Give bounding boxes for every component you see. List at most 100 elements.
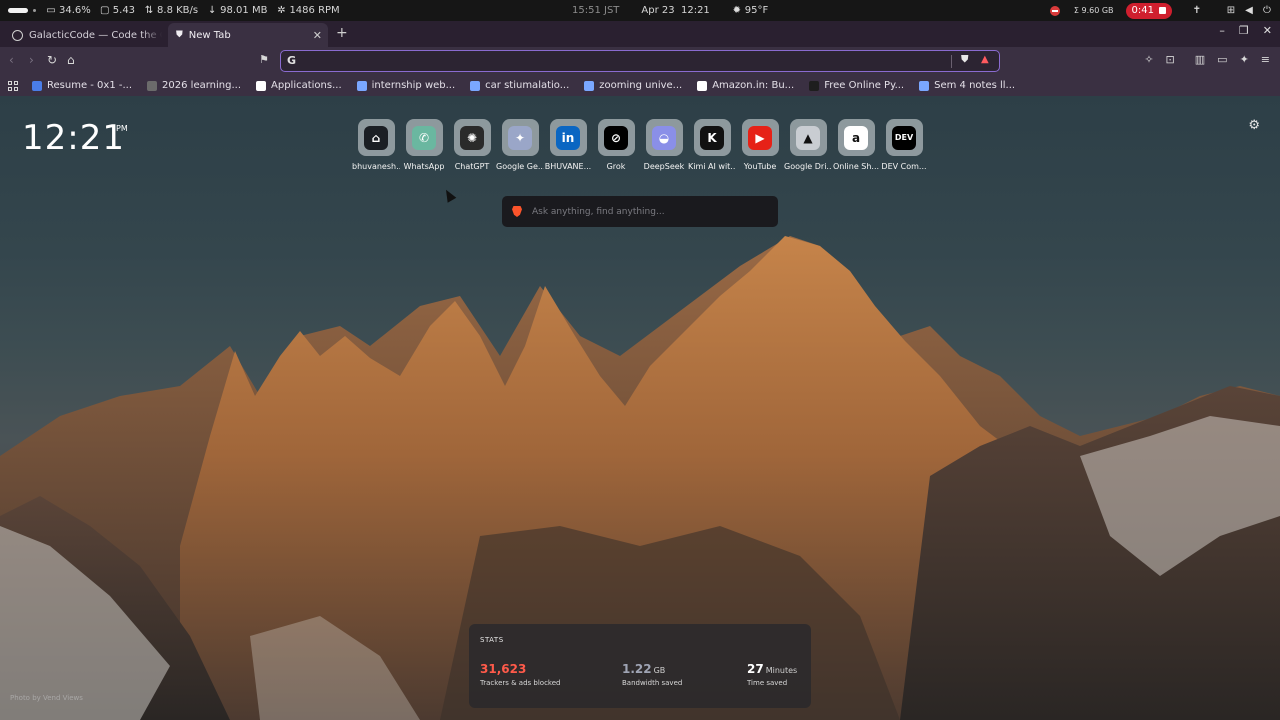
search-box[interactable] [502, 196, 778, 227]
maximize-icon[interactable]: ❐ [1239, 24, 1249, 37]
brave-rewards-icon[interactable]: ▲ [981, 54, 989, 65]
youtube-icon: ▶ [748, 125, 772, 150]
extensions-icon[interactable]: ✧ [1144, 53, 1153, 66]
bookmark-item[interactable]: zooming unive... [584, 80, 682, 91]
address-input[interactable] [303, 53, 943, 69]
network-indicator[interactable]: ⇅ 8.8 KB/s [144, 5, 198, 16]
top-site-tile[interactable]: ✆ WhatsApp [400, 119, 448, 171]
github-icon: ⌂ [364, 125, 388, 150]
top-site-label: BHUVANE... [544, 162, 592, 171]
gemini-icon [919, 80, 930, 91]
weather-indicator[interactable]: ✹ 95°F [732, 5, 769, 16]
bookmark-item[interactable]: 2026 learning... [147, 80, 241, 91]
forward-icon[interactable]: › [29, 53, 34, 67]
top-site-tile[interactable]: ▶ YouTube [736, 119, 784, 171]
stop-icon [1159, 7, 1166, 14]
new-tab-page: 12:21 PM ⚙ ⌂ bhuvanesh... ✆ WhatsApp ✺ ChatGP… [0, 96, 1280, 720]
top-site-tile[interactable]: ⊘ Grok [592, 119, 640, 171]
menu-icon[interactable]: ≡ [1261, 53, 1270, 66]
power-icon[interactable]: ⏻ [1262, 5, 1272, 16]
accessibility-icon[interactable]: ✝ [1192, 5, 1202, 16]
fan-indicator[interactable]: ✲ 1486 RPM [276, 5, 339, 16]
bookmark-item[interactable]: Amazon.in: Bu... [697, 80, 794, 91]
top-site-label: DeepSeek [643, 162, 685, 171]
jst-clock: 15:51 JST [572, 5, 620, 16]
top-site-tile[interactable]: DEV DEV Com... [880, 119, 928, 171]
volume-icon[interactable]: ◀ [1244, 5, 1254, 16]
google-drive-icon: ▲ [796, 125, 820, 150]
top-site-tile[interactable]: K Kimi AI wit... [688, 119, 736, 171]
activities-pill[interactable] [8, 8, 28, 13]
search-input[interactable] [532, 206, 762, 217]
leo-ai-icon[interactable]: ✦ [1240, 53, 1249, 66]
amazon-icon [697, 80, 708, 91]
screenshot-icon[interactable]: ⊡ [1166, 53, 1175, 66]
photo-credit[interactable]: Photo by Vend Views [10, 694, 83, 702]
top-site-label: Online Sh... [832, 162, 880, 171]
workspace-dot[interactable] [33, 9, 36, 12]
bookmark-item[interactable]: car stiumalatio... [470, 80, 569, 91]
reload-icon[interactable]: ↻ [47, 53, 57, 67]
top-sites: ⌂ bhuvanesh... ✆ WhatsApp ✺ ChatGPT ✦ Google Ge… [352, 119, 928, 171]
top-site-tile[interactable]: ◒ DeepSeek [640, 119, 688, 171]
fan-icon: ✲ [277, 4, 286, 16]
home-icon[interactable]: ⌂ [67, 53, 75, 67]
top-site-tile[interactable]: ✺ ChatGPT [448, 119, 496, 171]
top-site-label: Google Ge... [496, 162, 544, 171]
top-site-tile[interactable]: in BHUVANE... [544, 119, 592, 171]
network-icon[interactable]: ⊞ [1226, 5, 1236, 16]
bookmark-icon[interactable]: ⚑ [259, 53, 269, 66]
do-not-disturb-icon[interactable] [1049, 5, 1060, 16]
new-tab-button[interactable]: + [336, 25, 348, 41]
wallet-icon[interactable]: ▭ [1217, 53, 1227, 66]
top-site-tile[interactable]: ⌂ bhuvanesh... [352, 119, 400, 171]
date-time[interactable]: Apr 23 12:21 [641, 5, 709, 16]
top-site-label: Google Dri... [784, 162, 832, 171]
bookmark-label: 2026 learning... [162, 80, 241, 91]
bookmark-item[interactable]: internship web... [356, 80, 455, 91]
time-caption: Time saved [747, 679, 788, 687]
bookmark-item[interactable]: Resume - 0x1 -... [32, 80, 132, 91]
browser-toolbar: ‹ › ↻ ⌂ ⚑ G ⛊ ▲ ✧ ⊡ ▥ ▭ ✦ ≡ [0, 47, 1280, 75]
apps-grid-icon[interactable] [8, 80, 18, 91]
close-window-icon[interactable]: ✕ [1263, 24, 1272, 37]
cpu-indicator[interactable]: ▭ 34.6% [46, 5, 91, 16]
tab-galacticcode[interactable]: GalacticCode — Code the Co [4, 23, 162, 47]
disk-usage: Σ 9.60 GB [1073, 6, 1114, 15]
bookmark-item[interactable]: Sem 4 notes ll... [919, 80, 1015, 91]
brave-shield-icon: ⛊ [176, 30, 183, 40]
chatgpt-icon: ✺ [460, 125, 484, 150]
doc-icon [32, 80, 42, 91]
back-icon[interactable]: ‹ [9, 53, 14, 67]
tab-new-tab[interactable]: ⛊ New Tab ✕ [168, 23, 328, 47]
gemini-icon [356, 80, 367, 91]
top-site-label: Kimi AI wit... [688, 162, 736, 171]
trackers-caption: Trackers & ads blocked [480, 679, 561, 687]
time-unit: Minutes [765, 666, 798, 675]
toolbar-right: ✧ ⊡ ▥ ▭ ✦ ≡ [1144, 53, 1270, 66]
bookmark-item[interactable]: Free Online Py... [809, 80, 904, 91]
whatsapp-icon: ✆ [412, 125, 436, 150]
top-site-label: DEV Com... [881, 162, 927, 171]
bandwidth-unit: GB [653, 666, 666, 675]
bookmark-label: Amazon.in: Bu... [712, 80, 795, 91]
brave-shields-icon[interactable]: ⛊ [961, 54, 969, 65]
bookmark-label: Applications... [271, 80, 342, 91]
top-site-tile[interactable]: a Online Sh... [832, 119, 880, 171]
load-indicator[interactable]: ▢ 5.43 [100, 5, 135, 16]
globe-icon [12, 29, 23, 41]
recording-indicator[interactable]: 0:41 [1125, 2, 1172, 19]
top-site-tile[interactable]: ▲ Google Dri... [784, 119, 832, 171]
minimize-icon[interactable]: – [1219, 24, 1225, 37]
bookmarks-bar: Resume - 0x1 -... 2026 learning... Applica… [0, 75, 1280, 96]
close-tab-icon[interactable]: ✕ [313, 29, 322, 42]
top-site-tile[interactable]: ✦ Google Ge... [496, 119, 544, 171]
address-bar[interactable]: G ⛊ ▲ [280, 50, 1000, 72]
memory-indicator[interactable]: ↓ 98.01 MB [207, 5, 268, 16]
sidebar-icon[interactable]: ▥ [1195, 53, 1205, 66]
top-site-label: YouTube [743, 162, 777, 171]
gear-icon[interactable]: ⚙ [1248, 118, 1260, 133]
linkedin-icon: in [556, 125, 580, 150]
bookmark-label: zooming unive... [599, 80, 683, 91]
bookmark-item[interactable]: Applications... [256, 80, 342, 91]
